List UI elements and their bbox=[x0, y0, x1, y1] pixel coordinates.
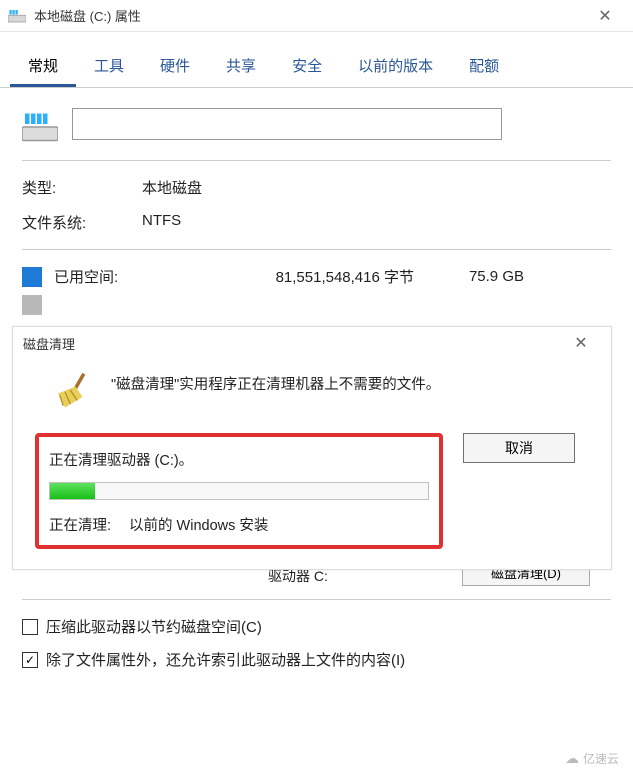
watermark-text: 亿速云 bbox=[583, 750, 619, 767]
cleanup-dialog: 磁盘清理 ✕ "磁盘清理"实用程序正在清理机器上不需要的文件。 正在清理驱动器 … bbox=[12, 326, 612, 570]
used-bytes: 81,551,548,416 字节 bbox=[214, 266, 434, 287]
cloud-icon: ☁ bbox=[565, 750, 579, 767]
compress-checkbox[interactable] bbox=[22, 619, 38, 635]
used-label: 已用空间: bbox=[54, 266, 214, 287]
highlighted-area: 正在清理驱动器 (C:)。 正在清理: 以前的 Windows 安装 bbox=[35, 433, 443, 549]
drive-large-icon bbox=[22, 112, 58, 142]
free-swatch bbox=[22, 295, 42, 315]
filesystem-label: 文件系统: bbox=[22, 212, 142, 233]
watermark: ☁ 亿速云 bbox=[557, 747, 627, 770]
tabs: 常规 工具 硬件 共享 安全 以前的版本 配额 bbox=[0, 47, 633, 88]
broom-icon bbox=[51, 369, 93, 411]
drive-icon bbox=[8, 9, 26, 23]
used-swatch bbox=[22, 267, 42, 287]
progress-bar bbox=[49, 482, 429, 500]
cancel-button[interactable]: 取消 bbox=[463, 433, 575, 463]
index-checkbox-row[interactable]: ✓ 除了文件属性外，还允许索引此驱动器上文件的内容(I) bbox=[22, 649, 611, 670]
tab-previous-versions[interactable]: 以前的版本 bbox=[340, 47, 451, 87]
dialog-close-icon[interactable]: ✕ bbox=[561, 333, 601, 353]
tab-tools[interactable]: 工具 bbox=[76, 47, 142, 87]
cleaning-status-label: 正在清理: bbox=[49, 514, 111, 535]
type-value: 本地磁盘 bbox=[142, 177, 202, 198]
progress-fill bbox=[50, 483, 95, 499]
compress-checkbox-row[interactable]: 压缩此驱动器以节约磁盘空间(C) bbox=[22, 616, 611, 637]
volume-name-input[interactable] bbox=[72, 108, 502, 140]
index-checkbox[interactable]: ✓ bbox=[22, 652, 38, 668]
compress-label: 压缩此驱动器以节约磁盘空间(C) bbox=[46, 616, 262, 637]
title-bar: 本地磁盘 (C:) 属性 ✕ bbox=[0, 0, 633, 32]
index-label: 除了文件属性外，还允许索引此驱动器上文件的内容(I) bbox=[46, 649, 405, 670]
tab-quota[interactable]: 配额 bbox=[451, 47, 517, 87]
used-size: 75.9 GB bbox=[434, 268, 524, 285]
window-title: 本地磁盘 (C:) 属性 bbox=[34, 6, 585, 25]
tab-general[interactable]: 常规 bbox=[10, 47, 76, 87]
cleaning-status-value: 以前的 Windows 安装 bbox=[129, 514, 268, 535]
tab-hardware[interactable]: 硬件 bbox=[142, 47, 208, 87]
close-icon[interactable]: ✕ bbox=[585, 6, 625, 26]
dialog-message: "磁盘清理"实用程序正在清理机器上不需要的文件。 bbox=[111, 369, 440, 394]
type-label: 类型: bbox=[22, 177, 142, 198]
cleaning-drive-text: 正在清理驱动器 (C:)。 bbox=[49, 449, 429, 470]
dialog-title: 磁盘清理 bbox=[23, 334, 75, 353]
filesystem-value: NTFS bbox=[142, 212, 181, 233]
tab-security[interactable]: 安全 bbox=[274, 47, 340, 87]
tab-sharing[interactable]: 共享 bbox=[208, 47, 274, 87]
